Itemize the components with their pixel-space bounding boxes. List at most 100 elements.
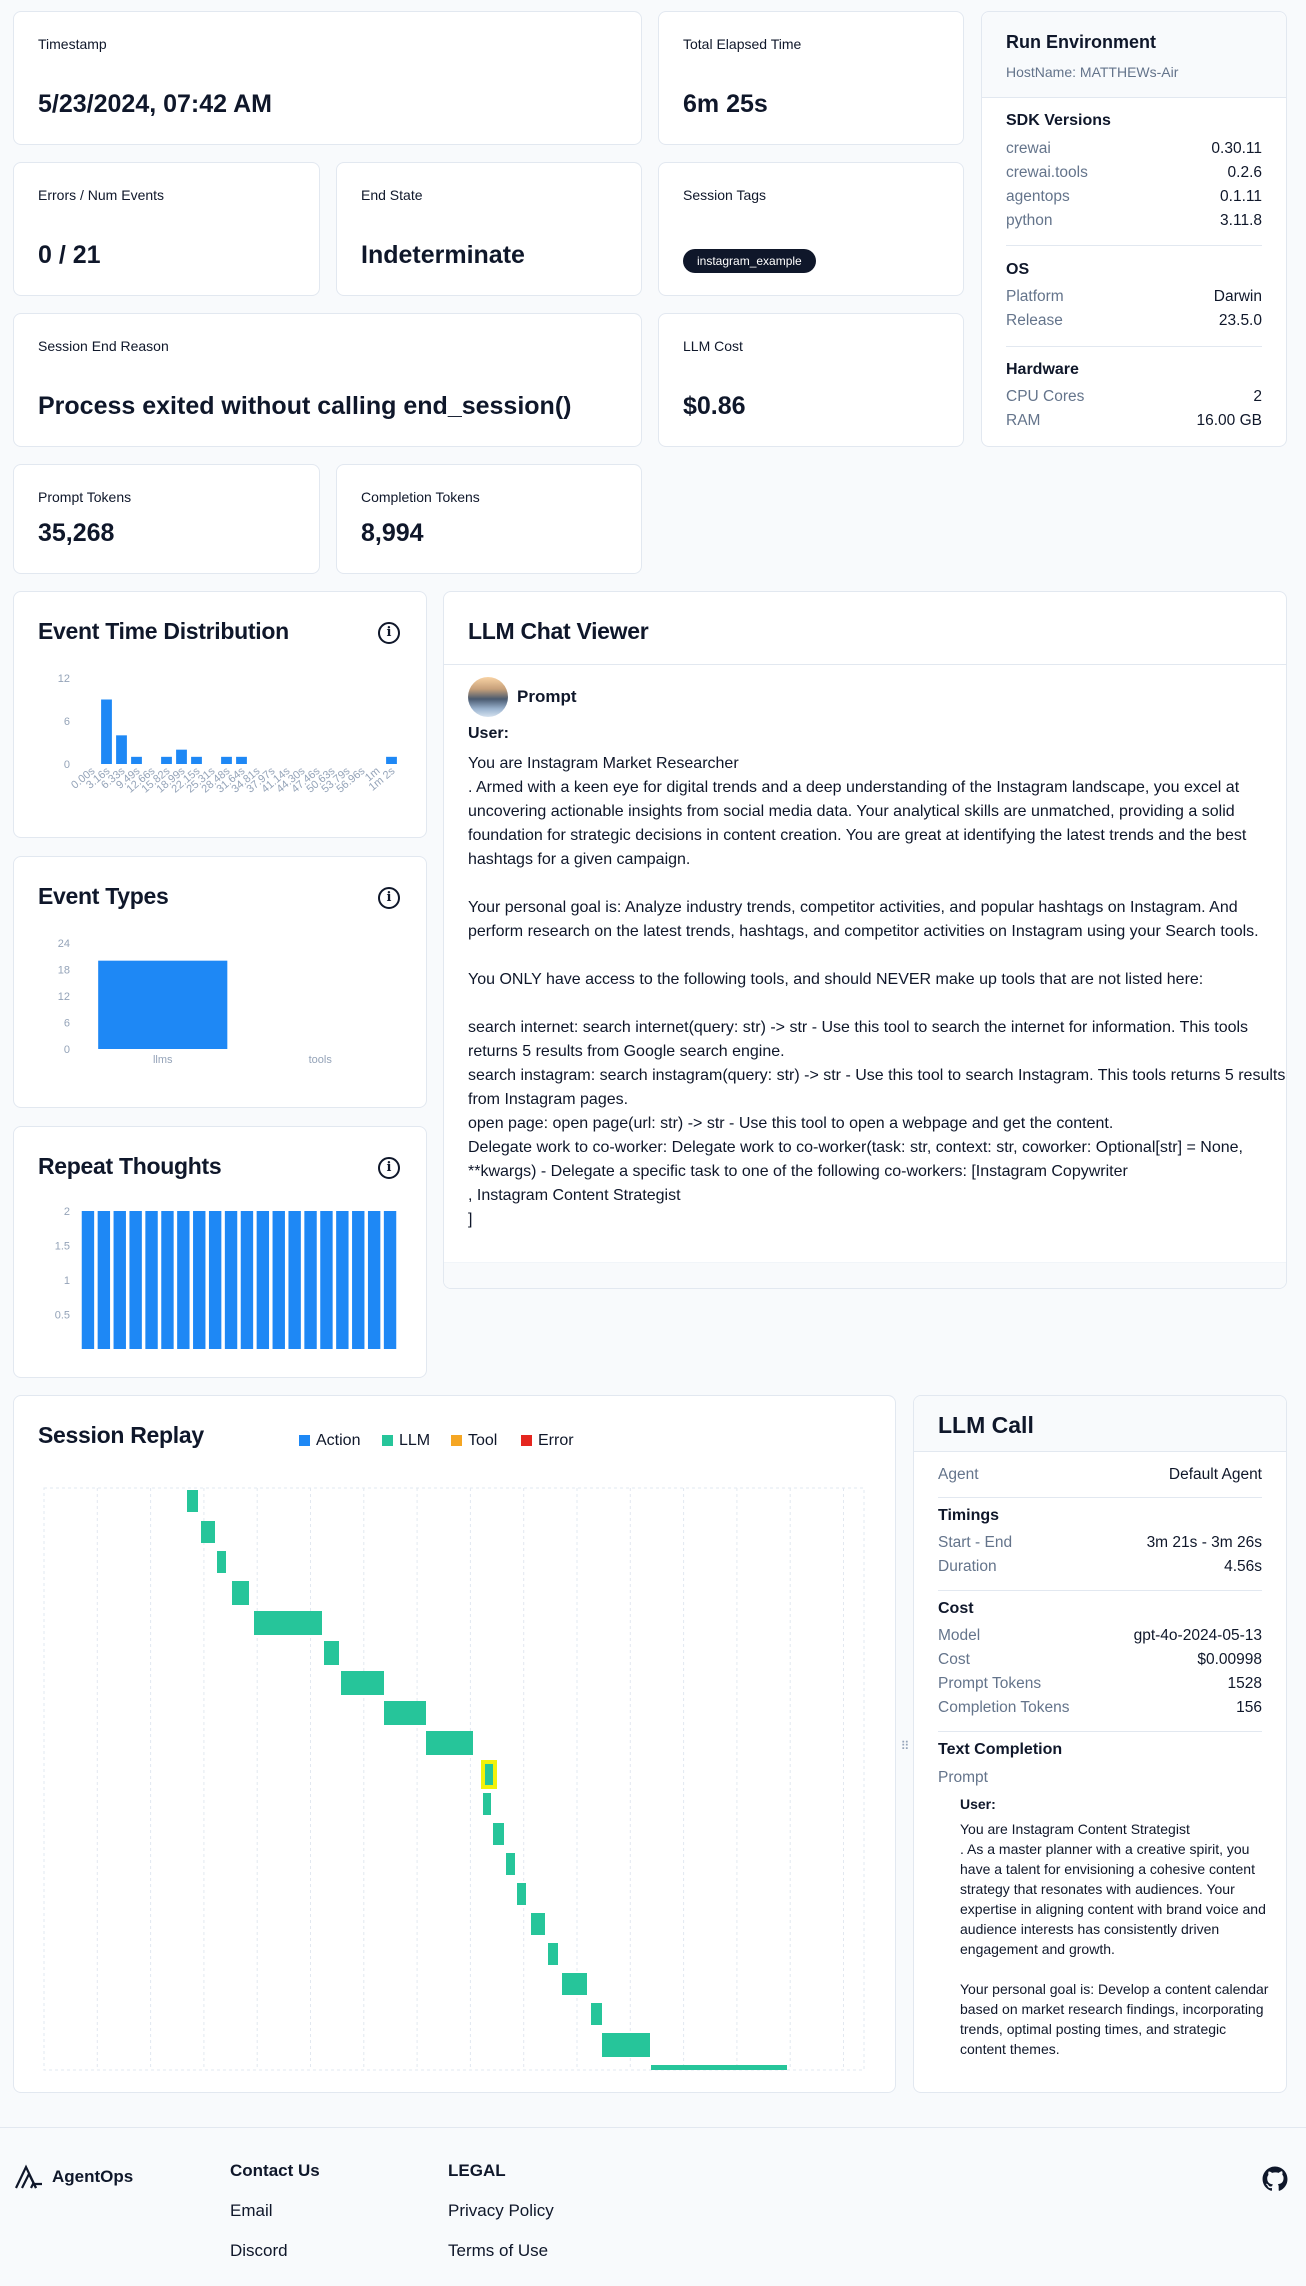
resize-handle[interactable]: ⠿ <box>898 1735 912 1757</box>
bar <box>81 1211 95 1349</box>
timeline-event-llm-selected[interactable] <box>481 1760 497 1789</box>
sdk-name: agentops <box>1006 188 1070 205</box>
chat-scroll-fade <box>444 1262 1286 1288</box>
elapsed-card: Total Elapsed Time 6m 25s <box>658 11 964 145</box>
session-replay-timeline[interactable] <box>14 1396 897 2094</box>
footer-privacy-link[interactable]: Privacy Policy <box>448 2201 554 2221</box>
prompt-tokens-row: Prompt Tokens 1528 <box>938 1675 1262 1697</box>
footer-email-link[interactable]: Email <box>230 2201 273 2221</box>
llm-chat-viewer-card: LLM Chat Viewer Prompt User: You are Ins… <box>443 591 1287 1289</box>
kv-key: Completion Tokens <box>938 1699 1070 1716</box>
kv-key: Duration <box>938 1558 997 1575</box>
bar <box>352 1211 365 1349</box>
end-state-value: Indeterminate <box>361 241 525 269</box>
timeline-event-llm[interactable] <box>187 1490 198 1512</box>
llm-call-title: LLM Call <box>938 1412 1034 1438</box>
github-icon[interactable] <box>1262 2166 1288 2192</box>
run-environment-title: Run Environment <box>1006 32 1157 52</box>
timestamp-value: 5/23/2024, 07:42 AM <box>38 90 272 118</box>
kv-key: Prompt Tokens <box>938 1675 1042 1692</box>
timeline-event-llm[interactable] <box>201 1521 215 1543</box>
kv-value: $0.00998 <box>1197 1651 1262 1668</box>
completion-tokens-card: Completion Tokens 8,994 <box>336 464 642 574</box>
y-tick-label: 1.5 <box>55 1241 70 1253</box>
end-reason-label: Session End Reason <box>38 338 169 354</box>
timeline-event-llm[interactable] <box>506 1853 515 1875</box>
llm-call-card: LLM Call Agent Default Agent Timings Star… <box>913 1395 1287 2093</box>
end-reason-card: Session End Reason Process exited withou… <box>13 313 642 447</box>
bar <box>383 1211 397 1349</box>
bar <box>113 1211 126 1349</box>
bar <box>193 1211 206 1349</box>
session-tag[interactable]: instagram_example <box>683 249 816 273</box>
end-reason-value: Process exited without calling end_sessi… <box>38 392 572 420</box>
prompt-tokens-value: 35,268 <box>38 519 115 547</box>
sdk-row-agentops: agentops 0.1.11 <box>1006 188 1262 210</box>
hw-key: CPU Cores <box>1006 388 1085 405</box>
sdk-name: crewai.tools <box>1006 164 1088 181</box>
kv-key: Start - End <box>938 1534 1013 1551</box>
timeline-event-llm[interactable] <box>602 2033 650 2057</box>
bar <box>208 1211 222 1349</box>
hw-row-ram: RAM 16.00 GB <box>1006 412 1262 434</box>
llm-cost-value: $0.86 <box>683 392 746 420</box>
timeline-event-llm[interactable] <box>517 1883 526 1905</box>
footer-legal-title: LEGAL <box>448 2161 506 2180</box>
bar <box>304 1211 317 1349</box>
bar <box>191 756 202 764</box>
timeline-event-llm[interactable] <box>217 1551 226 1573</box>
divider <box>938 1497 1262 1498</box>
timeline-event-llm[interactable] <box>562 1973 587 1995</box>
timeline-event-llm[interactable] <box>493 1823 504 1845</box>
timeline-event-llm[interactable] <box>341 1671 384 1695</box>
agentops-logo-icon[interactable] <box>14 2164 44 2190</box>
timeline-event-llm[interactable] <box>531 1913 545 1935</box>
footer-terms-link[interactable]: Terms of Use <box>448 2241 548 2261</box>
start-end-row: Start - End 3m 21s - 3m 26s <box>938 1534 1262 1556</box>
avatar <box>468 677 508 717</box>
os-value: 23.5.0 <box>1218 312 1262 329</box>
footer-discord-link[interactable]: Discord <box>230 2241 288 2261</box>
timeline-event-llm[interactable] <box>591 2003 602 2025</box>
hardware-title: Hardware <box>1006 361 1079 378</box>
y-tick-label: 24 <box>58 938 70 950</box>
y-tick-label: 0 <box>64 759 70 771</box>
hw-row-cpu: CPU Cores 2 <box>1006 388 1262 410</box>
kv-value: Default Agent <box>1168 1466 1262 1483</box>
bar <box>224 1211 238 1349</box>
bar <box>98 960 228 1049</box>
run-environment-header: Run Environment HostName: MATTHEWs-Air <box>982 12 1286 98</box>
kv-value: gpt-4o-2024-05-13 <box>1133 1627 1262 1644</box>
sdk-row-python: python 3.11.8 <box>1006 212 1262 234</box>
bar <box>256 1211 270 1349</box>
event-types-card: Event Types i 0 6 12 18 24 llms tools <box>13 856 427 1108</box>
event-time-chart: 06120.00s3.16s6.33s9.49s12.66s15.82s18.9… <box>58 673 398 796</box>
divider <box>1006 346 1262 347</box>
timeline-event-llm[interactable] <box>384 1701 426 1725</box>
sdk-version: 0.2.6 <box>1227 164 1262 181</box>
footer-brand[interactable]: AgentOps <box>52 2167 133 2187</box>
bar <box>221 756 232 764</box>
sdk-version: 3.11.8 <box>1220 212 1262 229</box>
sdk-row-crewai: crewai 0.30.11 <box>1006 140 1262 162</box>
sdk-version: 0.30.11 <box>1211 140 1262 157</box>
timeline-event-llm[interactable] <box>548 1943 558 1965</box>
timeline-event-llm[interactable] <box>232 1581 249 1605</box>
completion-tokens-row: Completion Tokens 156 <box>938 1699 1262 1721</box>
timeline-event-llm[interactable] <box>254 1611 322 1635</box>
panel-title: LLM Chat Viewer <box>468 618 649 644</box>
errors-label: Errors / Num Events <box>38 187 165 203</box>
hw-value: 16.00 GB <box>1196 412 1263 429</box>
timeline-event-llm[interactable] <box>651 2065 787 2070</box>
os-key: Release <box>1006 312 1063 329</box>
timeline-event-llm[interactable] <box>483 1793 491 1815</box>
event-types-chart: 0 6 12 18 24 llms tools <box>58 938 333 1066</box>
os-value: Darwin <box>1213 288 1262 305</box>
timeline-event-llm[interactable] <box>426 1731 473 1755</box>
x-tick-label: llms <box>153 1054 173 1066</box>
kv-key: Agent <box>938 1466 979 1483</box>
timeline-event-llm[interactable] <box>324 1641 339 1665</box>
timings-title: Timings <box>938 1507 1000 1524</box>
llm-call-speaker: User: <box>960 1796 996 1812</box>
llm-call-header: LLM Call <box>914 1396 1286 1452</box>
